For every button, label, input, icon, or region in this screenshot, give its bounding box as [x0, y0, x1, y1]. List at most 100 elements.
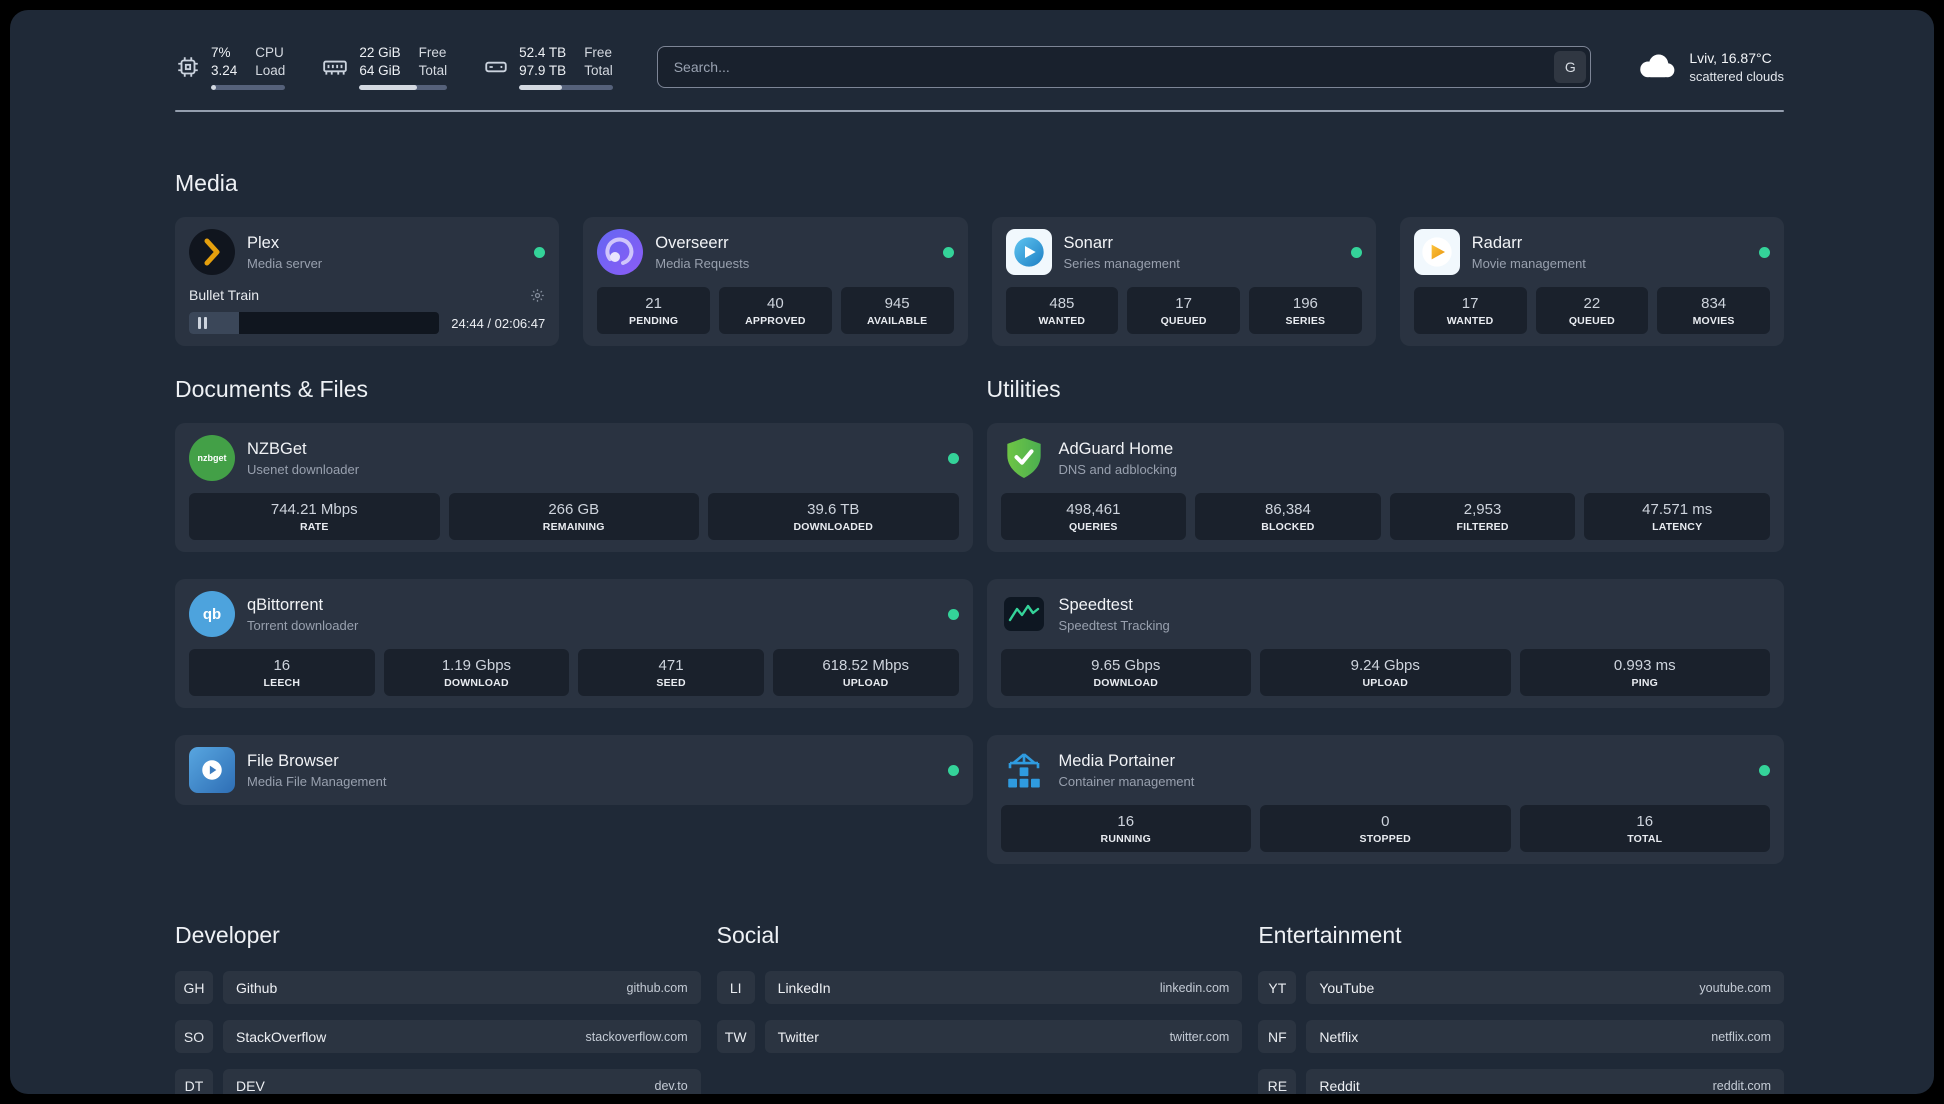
service-link-adguard[interactable]: AdGuard Home DNS and adblocking — [1001, 435, 1771, 481]
service-card-radarr: Radarr Movie management 17 WANTED 22 QUE… — [1399, 217, 1784, 347]
memory-widget: 22 GiB 64 GiB Free Total — [321, 44, 448, 91]
stat-stopped: 0 STOPPED — [1260, 805, 1511, 853]
bookmark-abbr[interactable]: RE — [1258, 1069, 1297, 1094]
cpu-load: 3.24 — [211, 63, 238, 79]
bookmark-abbr[interactable]: YT — [1258, 971, 1297, 1005]
service-subtitle: Torrent downloader — [247, 617, 359, 633]
stat-available: 945 AVAILABLE — [840, 287, 954, 335]
now-playing-title: Bullet Train — [189, 287, 260, 304]
stat-wanted: 485 WANTED — [1005, 287, 1119, 335]
status-dot — [947, 452, 959, 464]
gear-icon[interactable] — [530, 288, 545, 303]
service-card-overseerr: Overseerr Media Requests 21 PENDING 40 A… — [583, 217, 968, 347]
status-dot — [947, 764, 959, 776]
service-card-qbittorrent: qb qBittorrent Torrent downloader 16 LEE… — [175, 579, 973, 709]
filebrowser-icon — [189, 747, 235, 794]
stat-download: 1.19 Gbps DOWNLOAD — [383, 649, 570, 697]
qbittorrent-icon: qb — [189, 591, 235, 638]
service-card-filebrowser: File Browser Media File Management — [175, 735, 973, 806]
status-dot — [1350, 246, 1362, 258]
bookmark-stackoverflow: SO StackOverflow stackoverflow.com — [175, 1020, 701, 1054]
search-bar: G — [656, 46, 1592, 89]
cloud-icon — [1635, 50, 1677, 85]
radarr-icon — [1413, 229, 1460, 276]
overseerr-icon — [597, 229, 644, 276]
service-name: Plex — [247, 234, 280, 252]
service-name: AdGuard Home — [1058, 440, 1174, 458]
service-name: NZBGet — [247, 440, 307, 458]
disk-icon — [483, 54, 509, 80]
search-input[interactable] — [656, 46, 1592, 89]
stat-upload: 9.24 Gbps UPLOAD — [1260, 649, 1511, 697]
bookmark-link[interactable]: Netflix netflix.com — [1306, 1020, 1784, 1054]
cpu-widget: 7% 3.24 CPU Load — [175, 44, 286, 91]
bookmark-link[interactable]: DEV dev.to — [223, 1069, 701, 1094]
stat-downloaded: 39.6 TB DOWNLOADED — [708, 493, 959, 541]
service-link-speedtest[interactable]: Speedtest Speedtest Tracking — [1001, 591, 1771, 637]
bookmark-link[interactable]: LinkedIn linkedin.com — [764, 971, 1243, 1005]
status-dot — [1759, 764, 1770, 776]
service-link-nzbget[interactable]: nzbget NZBGet Usenet downloader — [189, 435, 959, 482]
service-card-nzbget: nzbget NZBGet Usenet downloader 744.21 M… — [175, 423, 973, 553]
bookmark-abbr[interactable]: DT — [175, 1069, 213, 1094]
service-subtitle: Series management — [1063, 255, 1180, 271]
bookmark-group-title: Developer — [175, 922, 280, 949]
bookmark-abbr[interactable]: SO — [175, 1020, 213, 1054]
service-subtitle: Container management — [1058, 773, 1195, 789]
service-link-sonarr[interactable]: Sonarr Series management — [1005, 229, 1362, 276]
bookmark-abbr[interactable]: LI — [716, 971, 755, 1005]
bookmark-group-social: Social LI LinkedIn linkedin.com TW Twitt… — [716, 922, 1243, 1094]
bookmark-dev: DT DEV dev.to — [175, 1069, 701, 1094]
section-utilities: Utilities AdGuard Home DNS and adblockin… — [986, 376, 1784, 865]
topbar-divider — [175, 110, 1784, 113]
weather-condition: scattered clouds — [1689, 68, 1784, 84]
stat-leech: 16 LEECH — [189, 649, 375, 697]
resource-widgets: 7% 3.24 CPU Load 22 GiB 64 GiB Free Tota… — [175, 44, 613, 91]
cpu-usage-bar — [211, 85, 286, 91]
service-subtitle: Movie management — [1471, 255, 1586, 271]
stat-latency: 47.571 ms LATENCY — [1584, 493, 1770, 541]
bookmark-abbr[interactable]: TW — [716, 1020, 755, 1054]
service-link-filebrowser[interactable]: File Browser Media File Management — [189, 747, 959, 794]
service-name: File Browser — [247, 752, 339, 770]
bookmark-abbr[interactable]: GH — [175, 971, 213, 1005]
stat-movies: 834 MOVIES — [1657, 287, 1770, 335]
bookmark-link[interactable]: Twitter twitter.com — [764, 1020, 1243, 1054]
stat-rate: 744.21 Mbps RATE — [189, 493, 440, 541]
service-card-plex: Plex Media server Bullet Train 24:44 / 0… — [175, 217, 560, 347]
bookmark-youtube: YT YouTube youtube.com — [1258, 971, 1784, 1005]
bookmark-group-developer: Developer GH Github github.com SO StackO… — [175, 922, 701, 1094]
search-provider-button[interactable]: G — [1554, 51, 1587, 84]
status-dot — [534, 246, 546, 258]
section-title-utilities: Utilities — [986, 376, 1061, 403]
bookmark-link[interactable]: Github github.com — [223, 971, 701, 1005]
section-media: Media Plex Media server Bullet Train 24:… — [175, 170, 1784, 347]
stat-pending: 21 PENDING — [597, 287, 710, 335]
stat-running: 16 RUNNING — [1000, 805, 1251, 853]
bookmark-link[interactable]: StackOverflow stackoverflow.com — [223, 1020, 701, 1054]
service-link-plex[interactable]: Plex Media server — [189, 229, 546, 276]
stat-blocked: 86,384 BLOCKED — [1195, 493, 1381, 541]
service-subtitle: Media Requests — [655, 255, 750, 271]
stat-download: 9.65 Gbps DOWNLOAD — [1000, 649, 1251, 697]
cpu-label-1: CPU — [255, 45, 284, 60]
nzbget-icon: nzbget — [189, 435, 235, 482]
cpu-percent: 7% — [211, 45, 231, 60]
service-link-qbittorrent[interactable]: qb qBittorrent Torrent downloader — [189, 591, 959, 638]
bookmark-linkedin: LI LinkedIn linkedin.com — [716, 971, 1243, 1005]
service-link-overseerr[interactable]: Overseerr Media Requests — [597, 229, 954, 276]
playback-progress-bar[interactable] — [189, 312, 440, 335]
cpu-label-2: Load — [255, 63, 286, 79]
bookmark-abbr[interactable]: NF — [1258, 1020, 1297, 1054]
bookmark-twitter: TW Twitter twitter.com — [716, 1020, 1243, 1054]
service-card-speedtest: Speedtest Speedtest Tracking 9.65 Gbps D… — [986, 579, 1784, 709]
bookmark-netflix: NF Netflix netflix.com — [1258, 1020, 1784, 1054]
disk-widget: 52.4 TB 97.9 TB Free Total — [483, 44, 613, 91]
plex-now-playing: Bullet Train 24:44 / 02:06:47 — [189, 277, 545, 335]
weather-location: Lviv, 16.87°C — [1689, 49, 1772, 66]
bookmark-link[interactable]: YouTube youtube.com — [1306, 971, 1784, 1005]
service-link-radarr[interactable]: Radarr Movie management — [1413, 229, 1770, 276]
bookmark-link[interactable]: Reddit reddit.com — [1306, 1069, 1784, 1094]
pause-icon[interactable] — [198, 317, 207, 330]
service-link-portainer[interactable]: Media Portainer Container management — [1001, 747, 1770, 793]
